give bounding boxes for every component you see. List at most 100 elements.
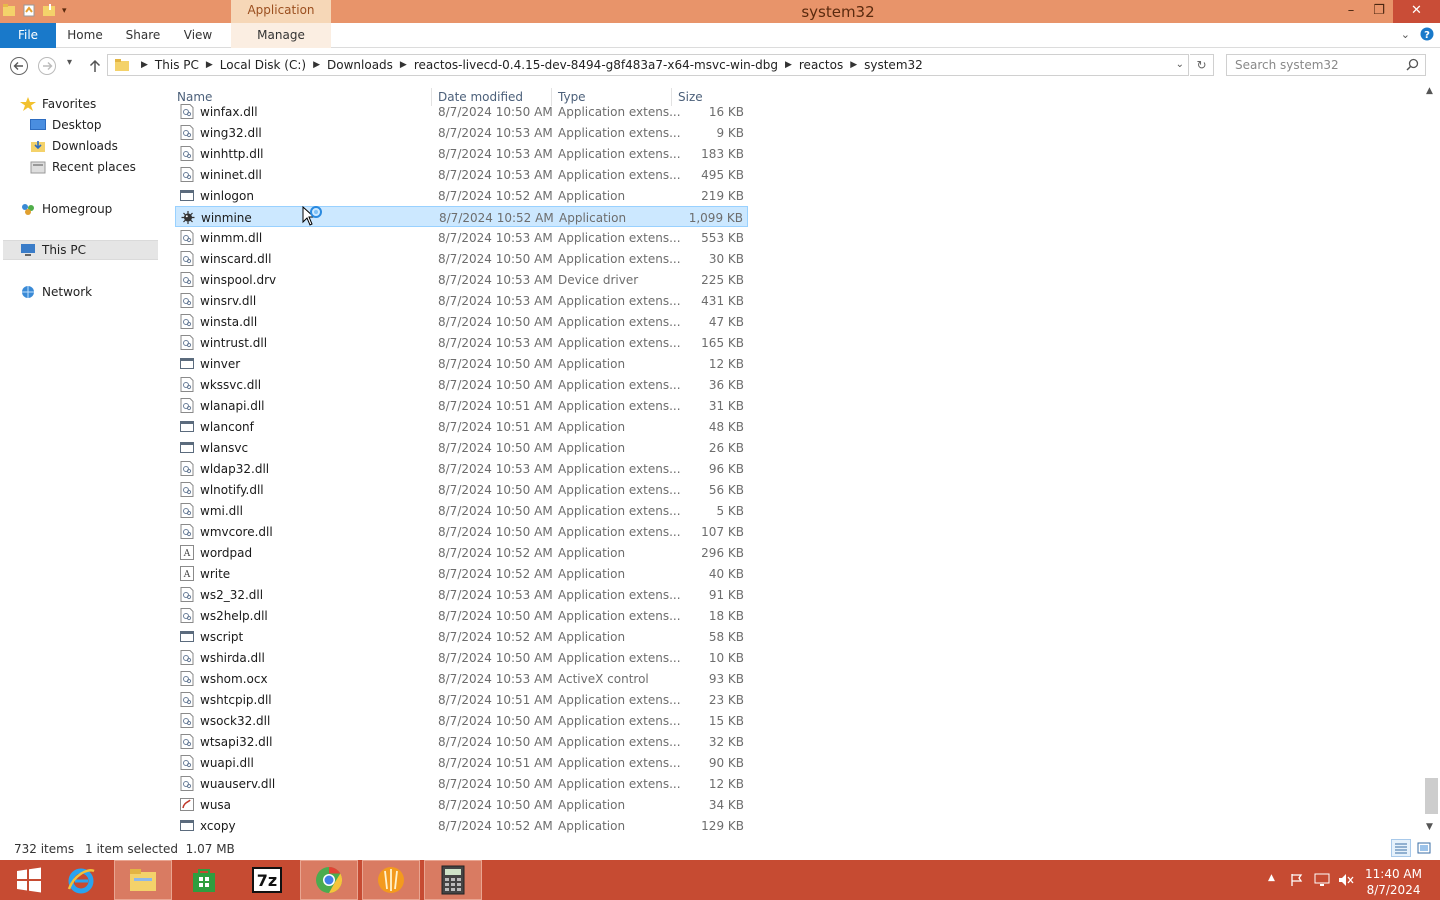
scroll-up-icon[interactable]: ▲: [1426, 86, 1433, 96]
breadcrumb-system32[interactable]: system32: [864, 58, 923, 72]
file-row[interactable]: winspool.drv 8/7/2024 10:53 AM Device driv…: [175, 269, 748, 290]
separator-icon[interactable]: ▶: [141, 60, 148, 70]
scroll-thumb[interactable]: [1425, 778, 1438, 814]
file-name-cell[interactable]: wing32.dll: [180, 125, 262, 140]
nav-network[interactable]: Network: [20, 282, 92, 302]
file-name-cell[interactable]: winhttp.dll: [180, 146, 264, 161]
nav-this-pc[interactable]: This PC: [3, 240, 158, 260]
expand-ribbon-icon[interactable]: ⌄: [1401, 28, 1410, 41]
taskbar-chrome[interactable]: [300, 860, 358, 900]
breadcrumb-this-pc[interactable]: This PC: [155, 58, 199, 72]
breadcrumb-downloads[interactable]: Downloads: [327, 58, 393, 72]
file-row[interactable]: wscript 8/7/2024 10:52 AM Application 58 KB: [175, 626, 748, 647]
file-row[interactable]: wlnotify.dll 8/7/2024 10:50 AM Application…: [175, 479, 748, 500]
file-name-cell[interactable]: wtsapi32.dll: [180, 734, 272, 749]
file-row[interactable]: wintrust.dll 8/7/2024 10:53 AM Application…: [175, 332, 748, 353]
large-icons-view-button[interactable]: [1414, 839, 1434, 857]
network-tray-icon[interactable]: [1314, 873, 1330, 887]
minimize-button[interactable]: –: [1337, 0, 1365, 23]
file-name-cell[interactable]: winspool.drv: [180, 272, 276, 287]
file-name-cell[interactable]: wuauserv.dll: [180, 776, 275, 791]
recent-locations-icon[interactable]: ▾: [67, 57, 72, 68]
tab-file[interactable]: File: [0, 23, 56, 48]
vertical-scrollbar[interactable]: ▲ ▼: [1423, 84, 1440, 838]
breadcrumb-reactos-livecd[interactable]: reactos-livecd-0.4.15-dev-8494-g8f483a7-…: [414, 58, 778, 72]
file-name-cell[interactable]: ws2help.dll: [180, 608, 268, 623]
file-row[interactable]: wshirda.dll 8/7/2024 10:50 AM Application …: [175, 647, 748, 668]
tab-view[interactable]: View: [175, 23, 221, 48]
file-name-cell[interactable]: Awordpad: [180, 545, 252, 560]
file-row[interactable]: wshom.ocx 8/7/2024 10:53 AM ActiveX contro…: [175, 668, 748, 689]
taskbar-store[interactable]: [175, 860, 233, 900]
file-row[interactable]: winmm.dll 8/7/2024 10:53 AM Application ex…: [175, 227, 748, 248]
refresh-button[interactable]: ↻: [1190, 54, 1214, 76]
action-center-flag-icon[interactable]: [1290, 873, 1304, 887]
taskbar-calculator[interactable]: [424, 860, 482, 900]
search-icon[interactable]: [1406, 58, 1419, 71]
file-row[interactable]: winsta.dll 8/7/2024 10:50 AM Application e…: [175, 311, 748, 332]
file-name-cell[interactable]: winlogon: [180, 188, 254, 203]
new-folder-icon[interactable]: [42, 3, 56, 18]
file-row[interactable]: xcopy 8/7/2024 10:52 AM Application 129 KB: [175, 815, 748, 836]
file-row[interactable]: winhttp.dll 8/7/2024 10:53 AM Application …: [175, 143, 748, 164]
customize-toolbar-icon[interactable]: ▾: [62, 6, 67, 16]
file-row[interactable]: Awrite 8/7/2024 10:52 AM Application 40 KB: [175, 563, 748, 584]
separator-icon[interactable]: ▶: [313, 60, 320, 70]
clock[interactable]: 11:40 AM 8/7/2024: [1365, 866, 1422, 898]
nav-recent-places[interactable]: Recent places: [30, 157, 136, 177]
taskbar-7zip[interactable]: 7z: [238, 860, 296, 900]
show-hidden-icons-icon[interactable]: ▲: [1268, 873, 1275, 883]
file-name-cell[interactable]: wintrust.dll: [180, 335, 267, 350]
file-row[interactable]: ws2_32.dll 8/7/2024 10:53 AM Application e…: [175, 584, 748, 605]
tab-home[interactable]: Home: [60, 23, 110, 48]
file-row[interactable]: wininet.dll 8/7/2024 10:53 AM Application …: [175, 164, 748, 185]
properties-icon[interactable]: [22, 3, 36, 18]
file-name-cell[interactable]: Awrite: [180, 566, 230, 581]
scroll-down-icon[interactable]: ▼: [1426, 822, 1433, 832]
close-button[interactable]: ✕: [1393, 0, 1440, 23]
file-name-cell[interactable]: ws2_32.dll: [180, 587, 263, 602]
file-row[interactable]: winver 8/7/2024 10:50 AM Application 12 KB: [175, 353, 748, 374]
file-row[interactable]: ws2help.dll 8/7/2024 10:50 AM Application …: [175, 605, 748, 626]
file-name-cell[interactable]: winscard.dll: [180, 251, 271, 266]
file-row[interactable]: wusa 8/7/2024 10:50 AM Application 34 KB: [175, 794, 748, 815]
file-row[interactable]: wlanapi.dll 8/7/2024 10:51 AM Application …: [175, 395, 748, 416]
file-name-cell[interactable]: winmine: [181, 210, 252, 225]
file-name-cell[interactable]: wlnotify.dll: [180, 482, 264, 497]
file-name-cell[interactable]: winsta.dll: [180, 314, 257, 329]
separator-icon[interactable]: ▶: [400, 60, 407, 70]
file-name-cell[interactable]: wmvcore.dll: [180, 524, 273, 539]
file-name-cell[interactable]: winfax.dll: [180, 104, 258, 119]
file-row[interactable]: winlogon 8/7/2024 10:52 AM Application 219 …: [175, 185, 748, 206]
taskbar-file-explorer[interactable]: [114, 860, 172, 900]
file-name-cell[interactable]: wininet.dll: [180, 167, 262, 182]
search-input[interactable]: Search system32: [1226, 54, 1426, 76]
tab-share[interactable]: Share: [118, 23, 168, 48]
file-row[interactable]: Awordpad 8/7/2024 10:52 AM Application 296 …: [175, 542, 748, 563]
up-icon[interactable]: [85, 56, 105, 76]
file-name-cell[interactable]: wlanconf: [180, 419, 254, 434]
file-row[interactable]: wldap32.dll 8/7/2024 10:53 AM Application …: [175, 458, 748, 479]
file-name-cell[interactable]: wsock32.dll: [180, 713, 270, 728]
separator-icon[interactable]: ▶: [850, 60, 857, 70]
breadcrumb-local-disk[interactable]: Local Disk (C:): [220, 58, 306, 72]
volume-muted-icon[interactable]: [1338, 873, 1354, 887]
nav-desktop[interactable]: Desktop: [30, 115, 102, 135]
folder-icon[interactable]: [2, 3, 16, 18]
file-row[interactable]: wlansvc 8/7/2024 10:50 AM Application 26 KB: [175, 437, 748, 458]
file-row[interactable]: wtsapi32.dll 8/7/2024 10:50 AM Application…: [175, 731, 748, 752]
separator-icon[interactable]: ▶: [206, 60, 213, 70]
file-row[interactable]: winfax.dll 8/7/2024 10:50 AM Application e…: [175, 101, 748, 122]
file-name-cell[interactable]: winsrv.dll: [180, 293, 256, 308]
file-name-cell[interactable]: wlanapi.dll: [180, 398, 265, 413]
nav-homegroup[interactable]: Homegroup: [20, 199, 112, 219]
file-name-cell[interactable]: wscript: [180, 629, 243, 644]
file-row[interactable]: winsrv.dll 8/7/2024 10:53 AM Application e…: [175, 290, 748, 311]
file-row[interactable]: wshtcpip.dll 8/7/2024 10:51 AM Application…: [175, 689, 748, 710]
file-name-cell[interactable]: wusa: [180, 797, 231, 812]
separator-icon[interactable]: ▶: [785, 60, 792, 70]
file-row[interactable]: wmi.dll 8/7/2024 10:50 AM Application exte…: [175, 500, 748, 521]
file-name-cell[interactable]: winver: [180, 356, 240, 371]
taskbar-media-player[interactable]: [362, 860, 420, 900]
forward-icon[interactable]: [37, 56, 57, 76]
